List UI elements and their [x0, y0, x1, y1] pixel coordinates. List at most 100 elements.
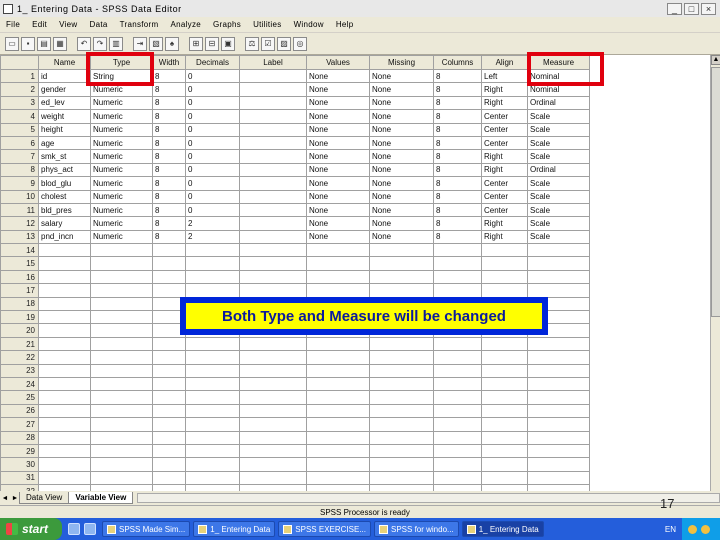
cell-missing[interactable] [369, 430, 434, 445]
cell-type[interactable]: Numeric [90, 82, 153, 97]
cell-type[interactable] [90, 336, 153, 352]
row-number[interactable]: 22 [0, 350, 39, 365]
cell-width[interactable] [152, 470, 186, 486]
cell-missing[interactable] [369, 403, 434, 419]
cell-columns[interactable]: 8 [433, 189, 482, 204]
cell-columns[interactable] [433, 457, 482, 472]
cell-decimals[interactable]: 0 [185, 135, 240, 151]
cell-width[interactable] [152, 283, 186, 298]
cell-values[interactable]: None [306, 135, 370, 151]
cell-type[interactable]: Numeric [90, 135, 153, 151]
print-icon[interactable]: ▤ [37, 36, 51, 51]
cell-values[interactable] [306, 457, 370, 472]
cell-columns[interactable]: 8 [433, 135, 482, 151]
cell-type[interactable] [90, 376, 153, 392]
cell-label[interactable] [239, 162, 307, 178]
cell-measure[interactable] [527, 336, 590, 352]
cell-width[interactable] [152, 457, 186, 472]
cell-type[interactable] [90, 417, 153, 432]
row-number[interactable]: 12 [0, 216, 39, 231]
row-number[interactable]: 17 [0, 283, 39, 298]
cell-values[interactable]: None [306, 82, 370, 97]
cell-name[interactable]: cholest [38, 189, 91, 204]
tab-data-view[interactable]: Data View [19, 492, 70, 504]
cell-type[interactable] [90, 269, 153, 285]
row-number[interactable]: 23 [0, 363, 39, 378]
cell-columns[interactable]: 8 [433, 149, 482, 164]
cell-width[interactable] [152, 243, 186, 258]
cell-columns[interactable] [433, 350, 482, 365]
row-number[interactable]: 30 [0, 457, 39, 472]
column-header-measure[interactable]: Measure [527, 55, 590, 70]
cell-name[interactable] [38, 310, 91, 325]
cell-values[interactable] [306, 403, 370, 419]
insert-cases-icon[interactable]: ⊞ [189, 36, 203, 51]
cell-width[interactable]: 8 [152, 149, 186, 164]
minimize-button[interactable]: _ [667, 2, 682, 15]
cell-measure[interactable]: Ordinal [527, 162, 590, 178]
cell-label[interactable] [239, 336, 307, 352]
cell-align[interactable]: Right [481, 229, 528, 245]
taskbar-item-3[interactable]: SPSS for windo... [374, 521, 459, 537]
cell-width[interactable]: 8 [152, 95, 186, 111]
cell-values[interactable]: None [306, 216, 370, 231]
cell-missing[interactable]: None [369, 135, 434, 151]
variables-icon[interactable]: ▧ [149, 36, 163, 51]
insert-variable-icon[interactable]: ⊟ [205, 36, 219, 51]
row-number[interactable]: 13 [0, 229, 39, 245]
cell-missing[interactable] [369, 256, 434, 271]
cell-missing[interactable]: None [369, 189, 434, 204]
cell-measure[interactable] [527, 443, 590, 459]
column-header-label[interactable]: Label [239, 55, 307, 70]
row-number[interactable]: 15 [0, 256, 39, 271]
select-cases-icon[interactable]: ☑ [261, 36, 275, 51]
cell-missing[interactable]: None [369, 68, 434, 84]
cell-label[interactable] [239, 189, 307, 204]
row-number[interactable]: 5 [0, 122, 39, 137]
undo-icon[interactable]: ↶ [77, 36, 91, 51]
cell-align[interactable]: Right [481, 82, 528, 97]
cell-label[interactable] [239, 176, 307, 191]
row-number[interactable]: 7 [0, 149, 39, 164]
weight-cases-icon[interactable]: ⚖ [245, 36, 259, 51]
cell-name[interactable] [38, 283, 91, 298]
cell-align[interactable] [481, 269, 528, 285]
cell-decimals[interactable] [185, 336, 240, 352]
cell-decimals[interactable] [185, 430, 240, 445]
cell-values[interactable] [306, 390, 370, 405]
cell-missing[interactable]: None [369, 162, 434, 178]
cell-type[interactable]: String [90, 68, 153, 84]
cell-values[interactable] [306, 336, 370, 352]
cell-label[interactable] [239, 403, 307, 419]
cell-type[interactable]: Numeric [90, 229, 153, 245]
taskbar-item-1[interactable]: 1_ Entering Data [193, 521, 276, 537]
cell-missing[interactable] [369, 350, 434, 365]
cell-name[interactable] [38, 443, 91, 459]
row-number[interactable]: 31 [0, 470, 39, 486]
cell-type[interactable] [90, 457, 153, 472]
cell-align[interactable] [481, 390, 528, 405]
row-number[interactable]: 1 [0, 68, 39, 84]
cell-name[interactable] [38, 376, 91, 392]
cell-values[interactable]: None [306, 109, 370, 124]
column-header-missing[interactable]: Missing [369, 55, 434, 70]
cell-width[interactable] [152, 390, 186, 405]
cell-measure[interactable]: Scale [527, 189, 590, 204]
cell-align[interactable]: Right [481, 162, 528, 178]
cell-name[interactable] [38, 336, 91, 352]
cell-type[interactable] [90, 403, 153, 419]
cell-missing[interactable]: None [369, 122, 434, 137]
row-number[interactable]: 28 [0, 430, 39, 445]
tab-first-icon[interactable]: ◄ [0, 495, 10, 502]
cell-decimals[interactable]: 2 [185, 229, 240, 245]
cell-type[interactable] [90, 363, 153, 378]
row-number[interactable]: 2 [0, 82, 39, 97]
column-header-name[interactable]: Name [38, 55, 91, 70]
cell-columns[interactable] [433, 417, 482, 432]
cell-columns[interactable] [433, 470, 482, 486]
cell-measure[interactable] [527, 283, 590, 298]
column-header-align[interactable]: Align [481, 55, 528, 70]
cell-width[interactable] [152, 350, 186, 365]
cell-name[interactable] [38, 350, 91, 365]
cell-name[interactable] [38, 417, 91, 432]
